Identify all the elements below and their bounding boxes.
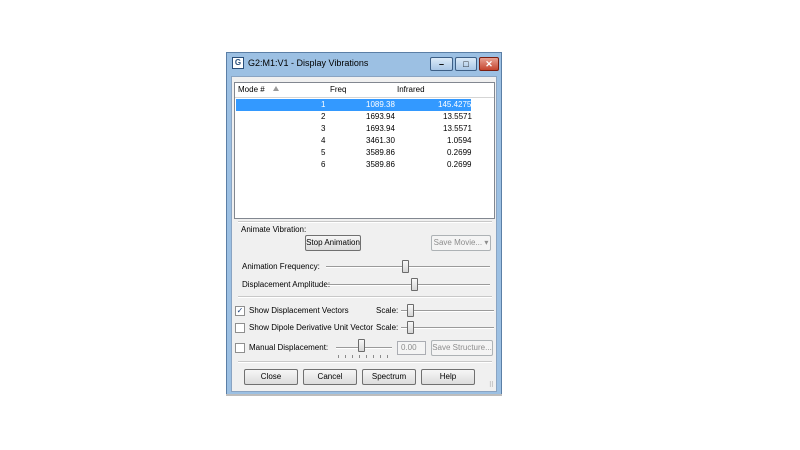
column-header-infrared[interactable]: Infrared	[397, 85, 425, 94]
list-header: Mode # Freq Infrared	[235, 83, 494, 98]
chevron-down-icon: ▾	[484, 238, 489, 247]
vectors-scale-track	[401, 310, 494, 312]
minimize-button[interactable]: –	[430, 57, 453, 71]
cell-freq: 3589.86	[366, 148, 395, 157]
vibration-row[interactable]: 4 3461.30 1.0594	[236, 135, 471, 147]
separator	[238, 361, 492, 363]
minimize-icon: –	[438, 59, 444, 69]
resize-grip-icon[interactable]: ⠿	[489, 381, 494, 389]
show-displacement-vectors-label: Show Displacement Vectors	[249, 306, 349, 315]
cell-mode: 1	[321, 100, 326, 109]
cell-mode: 4	[321, 136, 326, 145]
cell-infrared: 13.5571	[443, 124, 472, 133]
slider-tick	[373, 355, 374, 358]
save-movie-label: Save Movie...	[433, 238, 483, 247]
slider-tick	[380, 355, 381, 358]
cell-mode: 2	[321, 112, 326, 121]
cell-freq: 3461.30	[366, 136, 395, 145]
cell-mode: 3	[321, 124, 326, 133]
maximize-icon: □	[463, 59, 469, 69]
cell-infrared: 145.4275	[438, 100, 472, 109]
slider-tick	[359, 355, 360, 358]
displacement-amplitude-slider[interactable]	[411, 278, 418, 291]
animate-vibration-label: Animate Vibration:	[241, 225, 307, 234]
animation-frequency-label: Animation Frequency:	[242, 262, 320, 271]
displacement-amplitude-track	[326, 284, 490, 286]
save-structure-button[interactable]: Save Structure...	[431, 340, 493, 356]
manual-displacement-checkbox[interactable]	[235, 343, 245, 353]
vibration-row[interactable]: 1 1089.38 145.4275	[236, 99, 471, 111]
cell-infrared: 0.2699	[447, 160, 472, 169]
title-bar[interactable]: G G2:M1:V1 - Display Vibrations – □ ✕	[227, 53, 501, 75]
cell-freq: 1693.94	[366, 112, 395, 121]
slider-tick	[338, 355, 339, 358]
slider-tick	[366, 355, 367, 358]
vectors-scale-label: Scale:	[376, 306, 399, 315]
vibration-row[interactable]: 5 3589.86 0.2699	[236, 147, 471, 159]
manual-displacement-value[interactable]: 0.00	[397, 341, 426, 355]
column-header-mode[interactable]: Mode #	[238, 85, 265, 94]
close-window-button[interactable]: ✕	[479, 57, 499, 71]
close-icon: ✕	[485, 59, 493, 69]
gaussview-app-icon: G	[232, 57, 244, 69]
animation-frequency-slider[interactable]	[402, 260, 409, 273]
dipole-scale-track	[401, 327, 494, 329]
sort-ascending-icon	[273, 86, 279, 91]
vectors-scale-slider[interactable]	[407, 304, 414, 317]
window-title: G2:M1:V1 - Display Vibrations	[248, 58, 369, 68]
show-dipole-vector-checkbox[interactable]	[235, 323, 245, 333]
cell-freq: 1693.94	[366, 124, 395, 133]
displacement-amplitude-label: Displacement Amplitude:	[242, 280, 331, 289]
close-button[interactable]: Close	[244, 369, 298, 385]
separator	[238, 296, 492, 298]
manual-displacement-slider[interactable]	[358, 339, 365, 352]
maximize-button[interactable]: □	[455, 57, 477, 71]
vibration-row[interactable]: 3 1693.94 13.5571	[236, 123, 472, 135]
column-header-freq[interactable]: Freq	[330, 85, 346, 94]
show-dipole-vector-label: Show Dipole Derivative Unit Vector	[249, 323, 374, 332]
slider-tick	[387, 355, 388, 358]
background-edge	[226, 394, 502, 396]
vibration-list[interactable]: Mode # Freq Infrared 1 1089.38 145.4275 …	[234, 82, 495, 219]
vibration-row[interactable]: 2 1693.94 13.5571	[236, 111, 472, 123]
manual-displacement-label: Manual Displacement:	[249, 343, 329, 352]
separator	[238, 221, 492, 223]
slider-tick	[345, 355, 346, 358]
save-movie-button[interactable]: Save Movie... ▾	[431, 235, 491, 251]
stop-animation-button[interactable]: Stop Animation	[305, 235, 361, 251]
slider-tick	[352, 355, 353, 358]
cell-infrared: 0.2699	[447, 148, 472, 157]
help-button[interactable]: Help	[421, 369, 475, 385]
dipole-scale-slider[interactable]	[407, 321, 414, 334]
vibration-row[interactable]: 6 3589.86 0.2699	[236, 159, 471, 171]
cancel-button[interactable]: Cancel	[303, 369, 357, 385]
spectrum-button[interactable]: Spectrum	[362, 369, 416, 385]
cell-mode: 5	[321, 148, 326, 157]
cell-mode: 6	[321, 160, 326, 169]
cell-freq: 3589.86	[366, 160, 395, 169]
cell-infrared: 13.5571	[443, 112, 472, 121]
cell-freq: 1089.38	[366, 100, 395, 109]
dipole-scale-label: Scale:	[376, 323, 399, 332]
display-vibrations-window: G G2:M1:V1 - Display Vibrations – □ ✕ Mo…	[226, 52, 502, 395]
cell-infrared: 1.0594	[447, 136, 472, 145]
show-displacement-vectors-checkbox[interactable]: ✓	[235, 306, 245, 316]
dialog-body: Mode # Freq Infrared 1 1089.38 145.4275 …	[231, 76, 497, 392]
